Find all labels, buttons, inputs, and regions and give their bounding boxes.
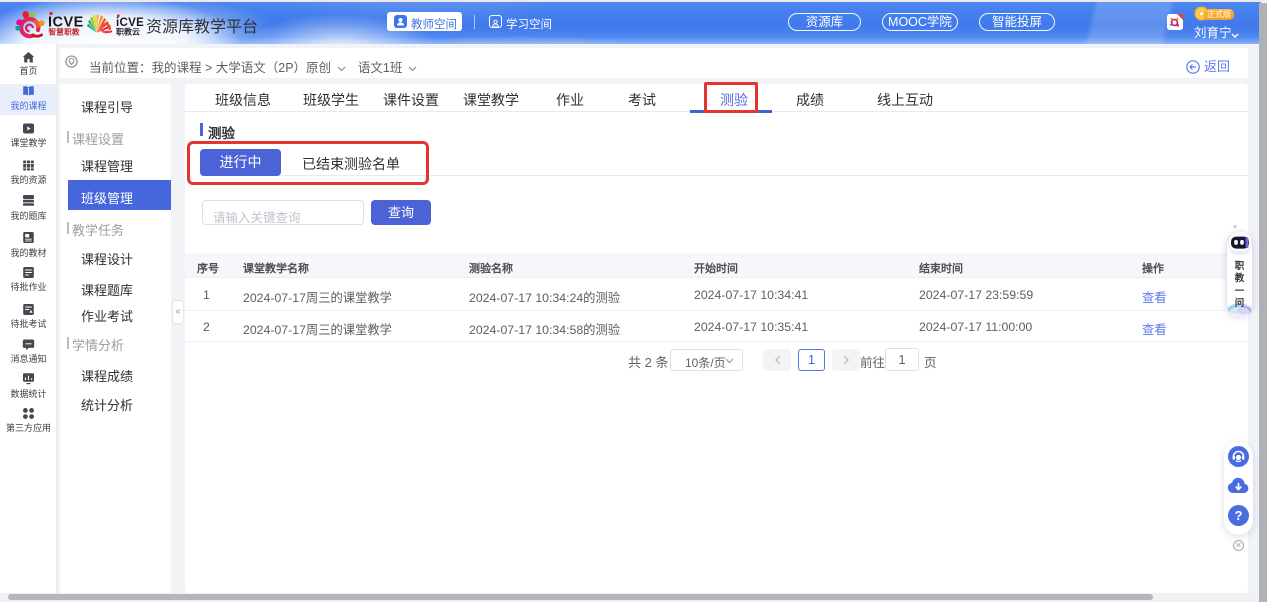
svg-text:?: ? [1235,508,1243,523]
svg-text:智慧职教: 智慧职教 [49,27,80,37]
svg-text:职教云: 职教云 [116,27,140,37]
